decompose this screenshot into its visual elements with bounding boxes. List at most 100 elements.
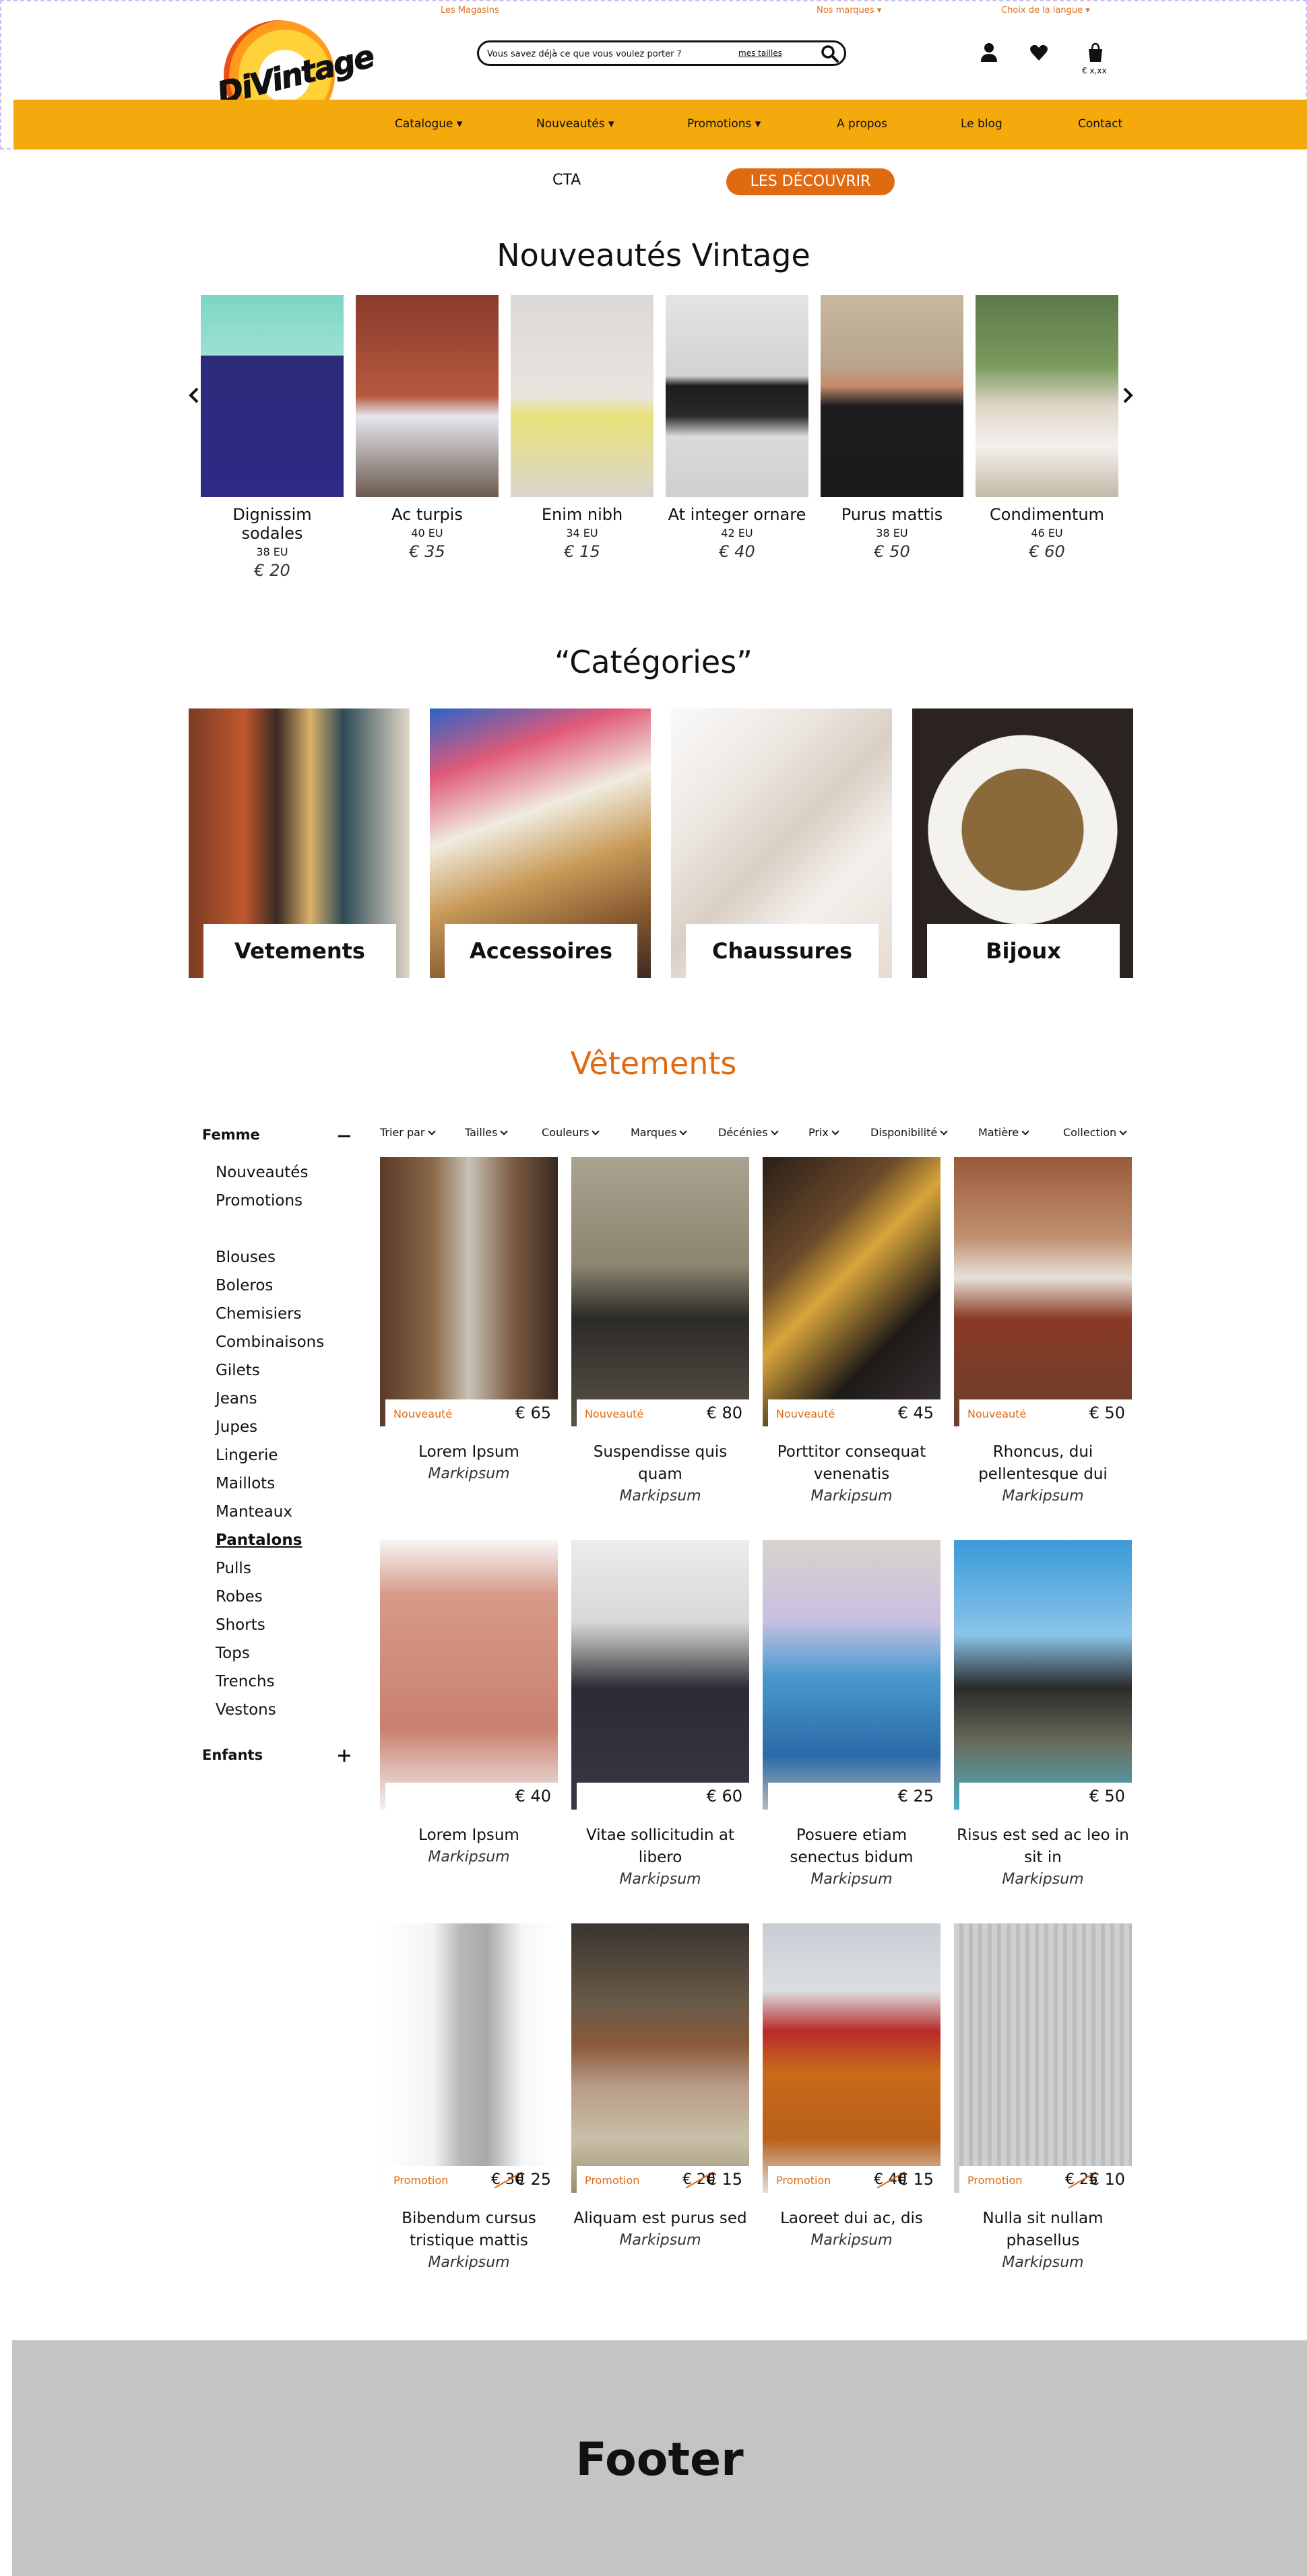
carousel-product[interactable]: Enim nibh 34 EU € 15 xyxy=(511,295,654,561)
product-card[interactable]: € 25 Posuere etiam senectus bidum Markip… xyxy=(763,1540,941,1890)
discover-button[interactable]: LES DÉCOUVRIR xyxy=(726,168,895,195)
product-card[interactable]: € 40 Lorem Ipsum Markipsum xyxy=(380,1540,558,1868)
product-title: Posuere etiam senectus bidum xyxy=(790,1826,914,1866)
price-tag: € 50 xyxy=(959,1783,1132,1810)
product-image xyxy=(666,295,808,497)
sidebar-item-jupes[interactable]: Jupes xyxy=(216,1418,257,1436)
sidebar-item-jeans[interactable]: Jeans xyxy=(216,1390,257,1408)
product-brand: Markipsum xyxy=(1002,1488,1084,1505)
product-image xyxy=(821,295,963,497)
product-card[interactable]: Promotion € 25 € 10 Nulla sit nullam pha… xyxy=(954,1923,1132,2274)
heart-icon[interactable] xyxy=(1029,42,1048,63)
price-tag: Nouveauté € 45 xyxy=(768,1399,941,1426)
category-label: Chaussures xyxy=(686,924,879,978)
sidebar-item-combinaisons[interactable]: Combinaisons xyxy=(216,1333,324,1351)
filter-collection[interactable]: Collection xyxy=(1063,1126,1126,1139)
search-icon[interactable] xyxy=(820,44,840,64)
sidebar-femme[interactable]: Femme xyxy=(202,1127,260,1143)
filter-material[interactable]: Matière xyxy=(978,1126,1028,1139)
sidebar-item-maillots[interactable]: Maillots xyxy=(216,1475,275,1492)
sidebar-item-chemisiers[interactable]: Chemisiers xyxy=(216,1305,302,1323)
plus-icon[interactable] xyxy=(337,1748,352,1763)
stores-link[interactable]: Les Magasins xyxy=(441,5,499,15)
search-input[interactable] xyxy=(487,46,730,62)
sidebar-item-manteaux[interactable]: Manteaux xyxy=(216,1503,292,1521)
nav-blog[interactable]: Le blog xyxy=(961,117,1002,131)
status-badge: Nouveauté xyxy=(585,1408,644,1420)
nav-contact[interactable]: Contact xyxy=(1078,117,1122,131)
cart-total: € x,xx xyxy=(1082,66,1107,75)
sidebar-item-promotions[interactable]: Promotions xyxy=(216,1192,302,1210)
product-image xyxy=(356,295,499,497)
product-card[interactable]: € 60 Vitae sollicitudin at libero Markip… xyxy=(571,1540,749,1890)
filter-sort[interactable]: Trier par xyxy=(380,1126,435,1139)
sidebar-item-lingerie[interactable]: Lingerie xyxy=(216,1447,278,1464)
category-card[interactable]: Bijoux xyxy=(912,708,1133,978)
carousel-prev-icon[interactable] xyxy=(186,385,202,405)
carousel-product[interactable]: At integer ornare 42 EU € 40 xyxy=(666,295,808,561)
product-name: Purus mattis xyxy=(841,505,943,524)
product-card[interactable]: Promotion € 20 € 15 Aliquam est purus se… xyxy=(571,1923,749,2251)
my-sizes-link[interactable]: mes tailles xyxy=(738,48,782,58)
filter-availability[interactable]: Disponibilité xyxy=(870,1126,947,1139)
product-title: Vitae sollicitudin at libero xyxy=(585,1826,735,1866)
brands-link[interactable]: Nos marques ▾ xyxy=(817,5,881,15)
carousel-next-icon[interactable] xyxy=(1120,385,1136,405)
category-card[interactable]: Chaussures xyxy=(671,708,892,978)
filter-brands[interactable]: Marques xyxy=(631,1126,686,1139)
product-image: € 60 xyxy=(571,1540,749,1810)
product-card[interactable]: Promotion € 40 € 15 Laoreet dui ac, dis … xyxy=(763,1923,941,2251)
nav-catalogue[interactable]: Catalogue ▾ xyxy=(395,117,462,131)
product-card[interactable]: Nouveauté € 50 Rhoncus, dui pellentesque… xyxy=(954,1157,1132,1507)
filter-colors[interactable]: Couleurs xyxy=(542,1126,598,1139)
product-title: Bibendum cursus tristique mattis xyxy=(402,2210,536,2249)
minus-icon[interactable] xyxy=(337,1129,352,1144)
carousel-product[interactable]: Ac turpis 40 EU € 35 xyxy=(356,295,499,561)
category-card[interactable]: Vetements xyxy=(189,708,410,978)
product-brand: Markipsum xyxy=(619,2232,701,2249)
language-link[interactable]: Choix de la langue ▾ xyxy=(1001,5,1090,15)
product-price: € 80 xyxy=(706,1403,742,1422)
sidebar-item-pantalons[interactable]: Pantalons xyxy=(216,1531,302,1549)
sidebar-item-gilets[interactable]: Gilets xyxy=(216,1362,260,1379)
category-label: Vetements xyxy=(203,924,396,978)
carousel-product[interactable]: Condimentum 46 EU € 60 xyxy=(976,295,1118,561)
sidebar-item-trenchs[interactable]: Trenchs xyxy=(216,1673,275,1690)
product-price: € 10 xyxy=(1089,2170,1125,2189)
product-brand: Markipsum xyxy=(619,1871,701,1888)
sidebar-item-shorts[interactable]: Shorts xyxy=(216,1616,265,1634)
product-card[interactable]: € 50 Risus est sed ac leo in sit in Mark… xyxy=(954,1540,1132,1890)
nav-a-propos[interactable]: A propos xyxy=(837,117,887,131)
sidebar-item-robes[interactable]: Robes xyxy=(216,1588,263,1606)
sidebar-item-boleros[interactable]: Boleros xyxy=(216,1277,273,1294)
product-card[interactable]: Nouveauté € 80 Suspendisse quis quam Mar… xyxy=(571,1157,749,1507)
nav-promotions[interactable]: Promotions ▾ xyxy=(687,117,761,131)
cart-icon[interactable] xyxy=(1086,42,1105,63)
sidebar-enfants[interactable]: Enfants xyxy=(202,1747,263,1763)
category-card[interactable]: Accessoires xyxy=(430,708,651,978)
new-section-title: Nouveautés Vintage xyxy=(497,237,810,273)
filter-price[interactable]: Prix xyxy=(808,1126,838,1139)
carousel-product[interactable]: Purus mattis 38 EU € 50 xyxy=(821,295,963,561)
filter-sizes[interactable]: Tailles xyxy=(465,1126,507,1139)
nav-nouveautes[interactable]: Nouveautés ▾ xyxy=(536,117,614,131)
product-price: € 65 xyxy=(515,1403,551,1422)
sidebar-item-vestons[interactable]: Vestons xyxy=(216,1701,276,1719)
product-price: € 25 xyxy=(515,2170,551,2189)
brands-link-label: Nos marques xyxy=(817,5,874,15)
product-card[interactable]: Promotion € 30 € 25 Bibendum cursus tris… xyxy=(380,1923,558,2274)
sidebar-item-tops[interactable]: Tops xyxy=(216,1645,250,1662)
product-title: Lorem Ipsum xyxy=(418,1826,519,1844)
user-icon[interactable] xyxy=(980,42,998,63)
status-badge: Promotion xyxy=(776,2174,831,2187)
product-card[interactable]: Nouveauté € 45 Porttitor consequat venen… xyxy=(763,1157,941,1507)
product-card[interactable]: Nouveauté € 65 Lorem Ipsum Markipsum xyxy=(380,1157,558,1485)
carousel-product[interactable]: Dignissim sodales 38 EU € 20 xyxy=(201,295,344,580)
filter-decades[interactable]: Décénies xyxy=(718,1126,777,1139)
sidebar-item-pulls[interactable]: Pulls xyxy=(216,1560,251,1577)
product-price: € 15 xyxy=(706,2170,742,2189)
product-title: Suspendisse quis quam xyxy=(593,1443,728,1483)
sidebar-item-blouses[interactable]: Blouses xyxy=(216,1249,276,1266)
product-brand: Markipsum xyxy=(1002,1871,1084,1888)
sidebar-item-nouveautes[interactable]: Nouveautés xyxy=(216,1164,308,1181)
